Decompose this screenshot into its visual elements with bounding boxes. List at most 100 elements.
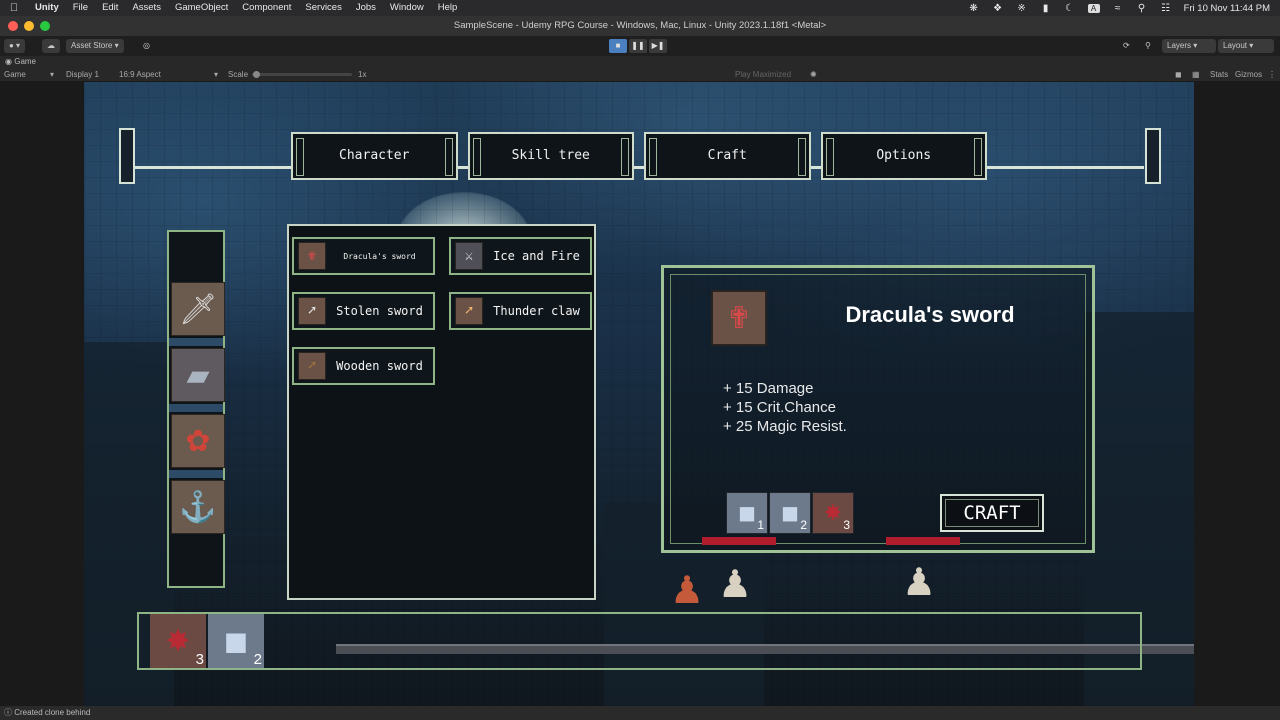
minimize-window-button[interactable]: [24, 21, 34, 31]
dropbox-icon[interactable]: ❖: [992, 3, 1004, 14]
menu-window[interactable]: Window: [383, 0, 431, 16]
equipment-slot-amulet[interactable]: ✿: [171, 414, 225, 468]
asset-store-label: Asset Store: [71, 41, 113, 50]
wifi-icon[interactable]: ≈: [1112, 3, 1124, 14]
zoom-window-button[interactable]: [40, 21, 50, 31]
equipment-slot-flask[interactable]: ⚓: [171, 480, 225, 534]
display-mode-dropdown[interactable]: Game: [4, 68, 26, 82]
stats-toggle[interactable]: Stats: [1210, 68, 1228, 82]
moon-icon[interactable]: ☾: [1064, 3, 1076, 14]
craft-item-wooden-sword[interactable]: ➚ Wooden sword: [292, 347, 435, 385]
nav-post-right: [1145, 128, 1161, 184]
display-dropdown[interactable]: Display 1: [66, 68, 99, 82]
macos-menu-bar:  Unity File Edit Assets GameObject Comp…: [0, 0, 1280, 16]
craft-button[interactable]: CRAFT: [940, 494, 1044, 532]
input-source-icon[interactable]: A: [1087, 3, 1100, 13]
control-center-icon[interactable]: ☷: [1160, 3, 1172, 14]
gizmos-toggle[interactable]: Gizmos: [1235, 68, 1262, 82]
item-detail-panel: ✟ Dracula's sword + 15 Damage + 15 Crit.…: [661, 265, 1095, 553]
asset-store-button[interactable]: Asset Store ▾: [66, 39, 124, 53]
stat-magic-resist: + 25 Magic Resist.: [723, 418, 847, 435]
red-pelt-icon: ✸: [823, 500, 843, 525]
inventory-slot[interactable]: ✸ 3: [150, 614, 206, 668]
craft-item-stolen-sword[interactable]: ➚ Stolen sword: [292, 292, 435, 330]
craft-item-draculas-sword[interactable]: ✟ Dracula's sword: [292, 237, 435, 275]
audio-icon[interactable]: ◼: [1175, 68, 1182, 82]
game-controller-icon[interactable]: ❋: [968, 3, 980, 14]
more-options-icon[interactable]: ⋮: [1268, 68, 1276, 82]
menu-services[interactable]: Services: [298, 0, 348, 16]
unity-toolbar: ● ▾ ☁ Asset Store ▾ ◎ ■ ❚❚ ▶❚ ⟳ ⚲ Layers…: [0, 36, 1280, 56]
menu-component[interactable]: Component: [235, 0, 298, 16]
sword-icon: ➚: [298, 297, 326, 325]
menu-unity[interactable]: Unity: [28, 0, 66, 16]
stone-icon: ◼: [223, 624, 249, 658]
craft-item-thunder-claw[interactable]: ➚ Thunder claw: [449, 292, 592, 330]
layout-label: Layout: [1223, 41, 1248, 50]
scale-slider-handle[interactable]: [253, 71, 260, 78]
account-button[interactable]: ● ▾: [4, 39, 26, 53]
console-status-bar[interactable]: ⓘ Created clone behind: [0, 706, 1280, 720]
armor-icon: ▰: [186, 358, 210, 392]
craft-item-label: Stolen sword: [336, 304, 423, 318]
layers-dropdown[interactable]: Layers ▾: [1162, 39, 1216, 53]
layers-label: Layers: [1167, 41, 1192, 50]
apple-logo-icon[interactable]: : [0, 2, 28, 14]
menu-help[interactable]: Help: [431, 0, 465, 16]
tab-craft[interactable]: Craft: [644, 132, 811, 180]
equipment-slot-weapon[interactable]: 🗡: [171, 282, 225, 336]
inventory-count: 3: [195, 651, 204, 668]
play-mode-dropdown[interactable]: Play Maximized: [735, 68, 791, 82]
bluetooth-icon[interactable]: ※: [1016, 3, 1028, 14]
material-slot[interactable]: ◼ 2: [769, 492, 811, 534]
menu-jobs[interactable]: Jobs: [349, 0, 383, 16]
menu-clock[interactable]: Fri 10 Nov 11:44 PM: [1184, 3, 1270, 14]
scale-value: 1x: [358, 70, 367, 79]
history-icon[interactable]: ⟳: [1118, 39, 1135, 53]
material-count: 3: [843, 518, 850, 532]
layout-dropdown[interactable]: Layout ▾: [1218, 39, 1274, 53]
nav-post-left: [119, 128, 135, 184]
material-slot[interactable]: ✸ 3: [812, 492, 854, 534]
search-icon[interactable]: ⚲: [1140, 39, 1156, 53]
scale-label: Scale: [228, 70, 249, 79]
play-button[interactable]: ■: [609, 39, 627, 53]
player-character: ♟: [670, 570, 705, 612]
equipment-separator: [169, 404, 223, 412]
settings-icon[interactable]: ◎: [138, 39, 155, 53]
menu-edit[interactable]: Edit: [95, 0, 125, 16]
menu-assets[interactable]: Assets: [125, 0, 168, 16]
menu-gameobject[interactable]: GameObject: [168, 0, 235, 16]
tab-skill-tree[interactable]: Skill tree: [467, 132, 634, 180]
inventory-slot[interactable]: ◼ 2: [208, 614, 264, 668]
material-count: 1: [757, 518, 764, 532]
battery-icon[interactable]: ▮: [1040, 3, 1052, 14]
pause-button[interactable]: ❚❚: [629, 39, 647, 53]
window-title: SampleScene - Udemy RPG Course - Windows…: [453, 20, 827, 31]
crossed-swords-icon: ⚔: [455, 242, 483, 270]
game-view-tab[interactable]: ◉ Game: [0, 56, 1280, 68]
cloud-icon[interactable]: ☁: [42, 39, 60, 53]
potion-icon: ⚓: [179, 490, 217, 524]
stone-icon: ◼: [737, 500, 757, 525]
equipment-slot-armor[interactable]: ▰: [171, 348, 225, 402]
layout-grid-icon[interactable]: ▦: [1192, 68, 1200, 82]
material-slot[interactable]: ◼ 1: [726, 492, 768, 534]
tab-character[interactable]: Character: [291, 132, 458, 180]
enemy-health-bar: [886, 537, 960, 545]
equipment-separator: [169, 338, 223, 346]
menu-file[interactable]: File: [66, 0, 95, 16]
aspect-dropdown[interactable]: 16:9 Aspect: [119, 68, 161, 82]
material-count: 2: [800, 518, 807, 532]
bug-icon[interactable]: ✺: [810, 68, 817, 82]
craft-item-label: Wooden sword: [336, 359, 423, 373]
spotlight-search-icon[interactable]: ⚲: [1136, 3, 1148, 14]
window-title-bar: SampleScene - Udemy RPG Course - Windows…: [0, 16, 1280, 36]
close-window-button[interactable]: [8, 21, 18, 31]
tab-options[interactable]: Options: [820, 132, 987, 180]
craft-item-ice-and-fire[interactable]: ⚔ Ice and Fire: [449, 237, 592, 275]
step-button[interactable]: ▶❚: [649, 39, 667, 53]
scale-slider[interactable]: [252, 73, 352, 76]
stat-damage: + 15 Damage: [723, 380, 814, 397]
enemy-health-bar: [702, 537, 776, 545]
